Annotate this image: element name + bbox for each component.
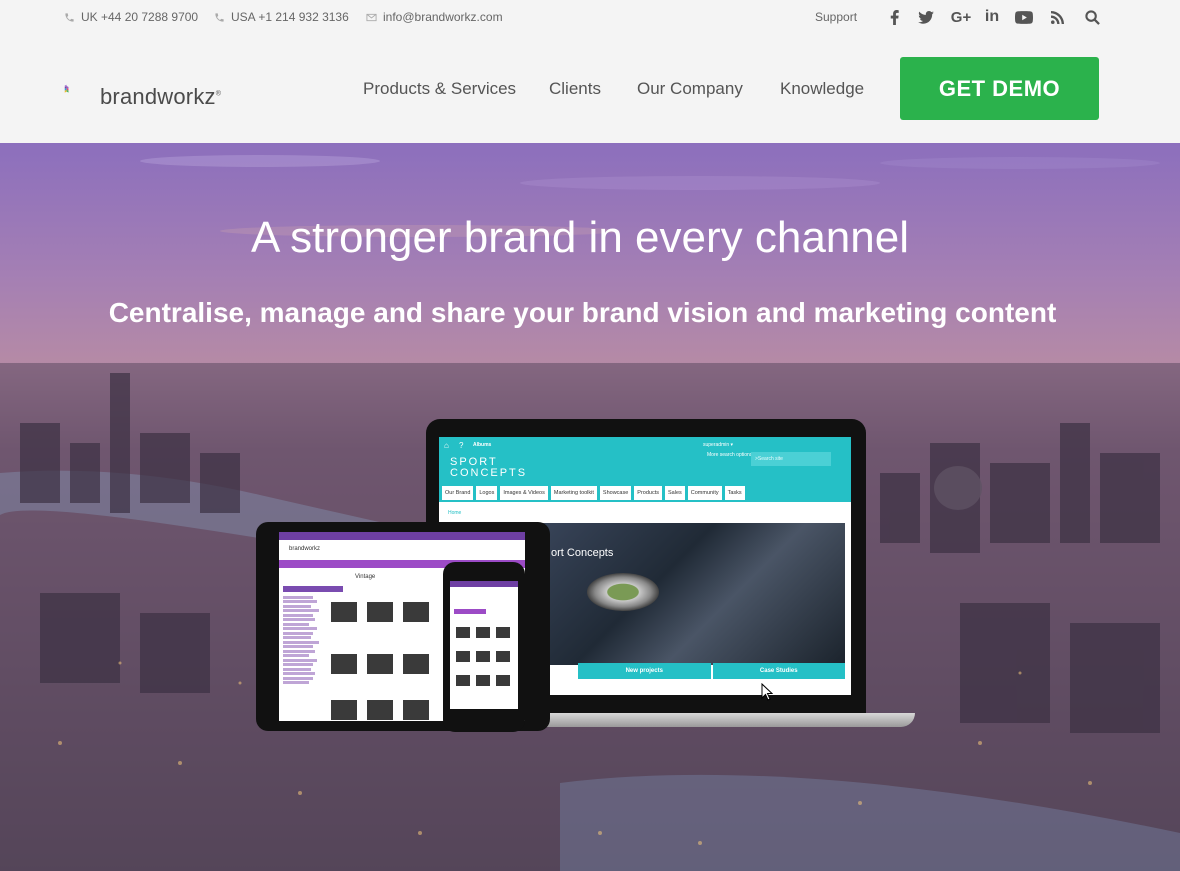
tablet-sidebar xyxy=(283,594,323,714)
contact-phone-usa[interactable]: USA +1 214 932 3136 xyxy=(214,10,349,24)
tablet-thumbnail xyxy=(367,602,393,622)
phone-thumbnail xyxy=(476,627,490,638)
phone-thumbnail xyxy=(496,627,510,638)
hero-title: A stronger brand in every channel xyxy=(251,213,909,262)
app-tab-tasks: Tasks xyxy=(724,486,745,500)
tablet-thumbnail xyxy=(367,654,393,674)
phone-thumbnail xyxy=(456,651,470,662)
youtube-icon[interactable] xyxy=(1014,8,1034,26)
phone-top-bar xyxy=(450,581,518,587)
brandworkz-logo-icon[interactable] xyxy=(64,66,94,112)
app-tabs: Our Brand Logos Images & Videos Marketin… xyxy=(442,486,745,500)
tablet-thumbnail xyxy=(331,654,357,674)
case-studies-tile: Case Studies xyxy=(712,663,845,679)
app-tab-our-brand: Our Brand xyxy=(442,486,474,500)
tablet-breadcrumb: Vintage xyxy=(355,574,376,580)
tablet-action-bar xyxy=(283,586,343,592)
phone-thumbnail xyxy=(496,651,510,662)
rss-icon[interactable] xyxy=(1047,8,1067,26)
hero-subtitle: Centralise, manage and share your brand … xyxy=(108,297,1057,328)
nav-products-services[interactable]: Products & Services xyxy=(363,79,516,99)
tablet-thumbnail xyxy=(367,700,393,720)
tablet-thumbnail xyxy=(331,700,357,720)
stadium-graphic xyxy=(587,573,659,611)
app-tab-community: Community xyxy=(687,486,722,500)
phone-usa-text: USA +1 214 932 3136 xyxy=(231,10,349,24)
get-demo-button[interactable]: GET DEMO xyxy=(900,57,1099,120)
tablet-top-bar xyxy=(279,532,525,540)
tablet-brand: brandworkz xyxy=(289,546,321,552)
more-search-link: More search options xyxy=(707,452,753,458)
phone-thumbnail xyxy=(496,675,510,686)
nav-our-company[interactable]: Our Company xyxy=(637,79,743,99)
slide-caption: ort Concepts xyxy=(551,547,614,559)
support-link[interactable]: Support xyxy=(815,10,857,24)
logo-text: brandworkz xyxy=(100,84,216,109)
app-tab-marketing-toolkit: Marketing toolkit xyxy=(550,486,597,500)
email-text: info@brandworkz.com xyxy=(383,10,503,24)
contact-phone-uk[interactable]: UK +44 20 7288 9700 xyxy=(64,10,198,24)
linkedin-icon[interactable]: in xyxy=(982,8,1002,26)
twitter-icon[interactable] xyxy=(916,8,936,26)
app-home-link: Home xyxy=(448,510,462,516)
tablet-thumbnail xyxy=(403,602,429,622)
google-plus-icon[interactable]: G+ xyxy=(949,8,973,26)
phone-thumbnail xyxy=(476,651,490,662)
app-search-input: >Search site xyxy=(751,452,831,466)
app-tab-logos: Logos xyxy=(476,486,498,500)
tablet-thumbnail xyxy=(331,602,357,622)
nav-clients[interactable]: Clients xyxy=(549,79,601,99)
stadium-photo xyxy=(536,523,845,665)
phone-thumbnail xyxy=(456,675,470,686)
registered-mark: ® xyxy=(215,90,222,98)
phone-screen-app xyxy=(450,581,518,709)
home-icon: ⌂ xyxy=(444,441,449,450)
phone-icon xyxy=(215,12,224,22)
phone-thumbnail xyxy=(476,675,490,686)
mouse-cursor-icon xyxy=(761,683,773,701)
facebook-icon[interactable] xyxy=(884,8,904,26)
user-menu: superadmin ▾ xyxy=(703,442,734,448)
search-icon[interactable] xyxy=(1082,8,1102,26)
sport-concepts-brand: SPORT CONCEPTS xyxy=(450,457,527,479)
help-icon: ? xyxy=(459,441,464,450)
albums-label: Albums xyxy=(473,442,492,448)
app-cta-strip: New projects Case Studies xyxy=(578,663,845,679)
nav-knowledge[interactable]: Knowledge xyxy=(780,79,864,99)
contact-email[interactable]: info@brandworkz.com xyxy=(366,10,503,24)
envelope-icon xyxy=(366,13,377,21)
app-tab-showcase: Showcase xyxy=(599,486,632,500)
app-tab-images-videos: Images & Videos xyxy=(500,486,548,500)
phone-menu-bar xyxy=(454,609,486,614)
phone-uk-text: UK +44 20 7288 9700 xyxy=(81,10,199,24)
brand-line-2: CONCEPTS xyxy=(450,467,528,479)
tablet-thumbnail xyxy=(403,700,429,720)
app-tab-sales: Sales xyxy=(665,486,685,500)
logo-wordmark[interactable]: brandworkz® xyxy=(100,84,221,110)
tablet-thumbnail xyxy=(403,654,429,674)
new-projects-tile: New projects xyxy=(578,663,711,679)
app-tab-products: Products xyxy=(634,486,663,500)
phone-thumbnail xyxy=(456,627,470,638)
phone-icon xyxy=(65,12,74,22)
